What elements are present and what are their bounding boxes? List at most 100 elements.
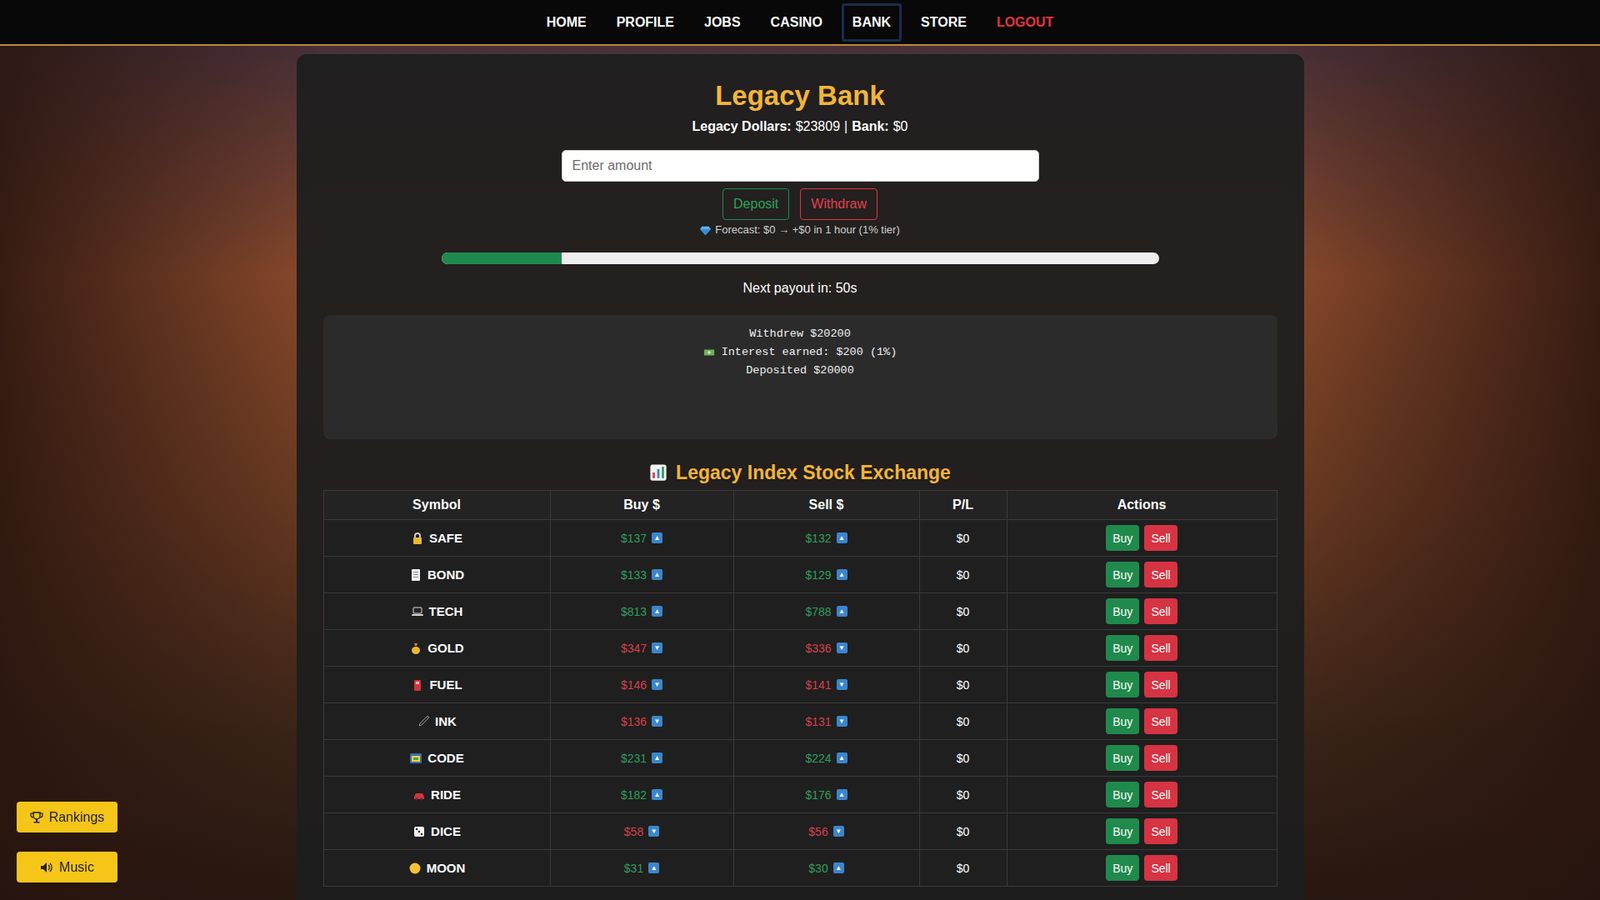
trend-icon: ▲ <box>836 789 848 800</box>
bank-buttons: Deposit Withdraw <box>722 188 878 220</box>
payout-countdown: Next payout in: 50s <box>743 280 858 297</box>
sell-price-cell: $131▼ <box>734 703 920 740</box>
table-row: GOLD$347▼$336▼$0BuySell <box>324 629 1277 666</box>
pl-cell: $0 <box>920 520 1008 556</box>
pl-cell: $0 <box>920 703 1008 740</box>
sell-price-cell: $788▲ <box>734 593 920 630</box>
log-line: Deposited $20000 <box>745 361 855 380</box>
actions-cell: BuySell <box>1007 850 1277 886</box>
trend-icon: ▲ <box>836 752 848 764</box>
nav-item[interactable]: HOME <box>535 3 598 42</box>
trade-button[interactable]: Buy <box>1105 781 1140 808</box>
sell-price-cell: $176▲ <box>734 776 920 813</box>
deposit-button[interactable]: Deposit <box>722 188 790 220</box>
floating-button[interactable]: Music <box>16 851 118 883</box>
balance-stats: Legacy Dollars:$23809|Bank:$0 <box>692 117 909 136</box>
pl-cell: $0 <box>920 740 1008 776</box>
dice-icon <box>412 825 426 839</box>
nav-item[interactable]: STORE <box>910 3 978 42</box>
trend-icon: ▲ <box>648 862 660 874</box>
trend-icon: ▲ <box>651 569 663 580</box>
symbol-cell: BOND <box>324 556 551 593</box>
symbol-cell: CODE <box>324 740 551 776</box>
trade-button[interactable]: Buy <box>1105 855 1140 881</box>
pl-cell: $0 <box>920 556 1008 593</box>
nav-item[interactable]: JOBS <box>693 3 752 42</box>
actions-cell: BuySell <box>1007 740 1277 776</box>
table-header: SymbolBuy $Sell $P/LActions <box>324 490 1277 520</box>
floating-button[interactable]: Rankings <box>16 801 118 833</box>
trophy-icon <box>30 810 44 825</box>
log-line: Withdrew $20200 <box>749 325 851 344</box>
pen-icon <box>416 715 430 729</box>
trend-icon: ▼ <box>833 825 845 837</box>
pl-cell: $0 <box>920 666 1008 703</box>
nav-item[interactable]: BANK <box>841 3 902 42</box>
table-row: SAFE$137▲$132▲$0BuySell <box>324 519 1277 556</box>
money-bag-icon <box>409 641 423 655</box>
moon-icon <box>408 861 422 875</box>
trade-button[interactable]: Sell <box>1144 708 1177 735</box>
buy-price-cell: $58▼ <box>550 813 735 850</box>
trade-button[interactable]: Sell <box>1144 855 1177 881</box>
table-row: RIDE$182▲$176▲$0BuySell <box>324 775 1277 813</box>
code-icon <box>409 751 423 765</box>
trend-icon: ▲ <box>651 789 663 800</box>
sell-price-cell: $132▲ <box>734 520 920 556</box>
symbol-cell: MOON <box>324 850 551 886</box>
trade-button[interactable]: Sell <box>1144 561 1177 588</box>
table-row: BOND$133▲$129▲$0BuySell <box>324 555 1277 593</box>
trade-button[interactable]: Sell <box>1144 525 1177 551</box>
payout-progress <box>441 252 1160 265</box>
trade-button[interactable]: Sell <box>1144 598 1177 625</box>
trend-icon: ▲ <box>836 605 848 617</box>
trade-button[interactable]: Buy <box>1105 708 1140 735</box>
trend-icon: ▲ <box>836 569 848 580</box>
trade-button[interactable]: Buy <box>1105 561 1140 588</box>
buy-price-cell: $347▼ <box>550 630 735 666</box>
pl-cell: $0 <box>920 850 1008 886</box>
sell-price-cell: $141▼ <box>734 666 920 703</box>
sell-price-cell: $224▲ <box>734 740 920 776</box>
amount-input[interactable] <box>561 150 1040 182</box>
nav-item[interactable]: CASINO <box>760 3 834 42</box>
trade-button[interactable]: Buy <box>1105 525 1140 551</box>
trade-button[interactable]: Buy <box>1105 818 1140 845</box>
trade-button[interactable]: Sell <box>1144 635 1177 661</box>
actions-cell: BuySell <box>1007 556 1277 593</box>
nav-item[interactable]: PROFILE <box>605 3 685 42</box>
nav-item[interactable]: LOGOUT <box>985 3 1065 42</box>
stats-separator: | <box>844 117 848 136</box>
trade-button[interactable]: Sell <box>1144 818 1177 845</box>
lock-icon <box>410 531 425 545</box>
document-icon <box>409 568 423 582</box>
trade-button[interactable]: Buy <box>1105 745 1140 771</box>
trade-button[interactable]: Buy <box>1105 635 1140 661</box>
buy-price-cell: $813▲ <box>550 593 735 630</box>
buy-price-cell: $31▲ <box>550 850 735 886</box>
actions-cell: BuySell <box>1007 630 1277 666</box>
trend-icon: ▼ <box>836 642 848 654</box>
speaker-icon <box>40 860 54 875</box>
symbol-cell: FUEL <box>324 666 551 703</box>
actions-cell: BuySell <box>1007 520 1277 556</box>
trade-button[interactable]: Buy <box>1105 598 1140 625</box>
buy-price-cell: $137▲ <box>550 520 735 556</box>
table-row: FUEL$146▼$141▼$0BuySell <box>324 665 1277 703</box>
column-header: P/L <box>920 490 1008 520</box>
trade-button[interactable]: Sell <box>1144 745 1177 771</box>
trend-icon: ▼ <box>651 642 663 654</box>
table-row: DICE$58▼$56▼$0BuySell <box>324 812 1277 850</box>
column-header: Buy $ <box>550 490 735 520</box>
trade-button[interactable]: Buy <box>1105 671 1140 698</box>
pl-cell: $0 <box>920 630 1008 666</box>
trade-button[interactable]: Sell <box>1144 781 1177 808</box>
car-icon <box>412 788 426 802</box>
bank-title: Legacy Bank <box>715 79 885 113</box>
withdraw-button[interactable]: Withdraw <box>800 188 878 220</box>
trend-icon: ▲ <box>651 752 663 764</box>
trend-icon: ▼ <box>836 715 848 727</box>
column-header: Sell $ <box>734 490 920 520</box>
trade-button[interactable]: Sell <box>1144 671 1177 698</box>
buy-price-cell: $182▲ <box>550 776 735 813</box>
